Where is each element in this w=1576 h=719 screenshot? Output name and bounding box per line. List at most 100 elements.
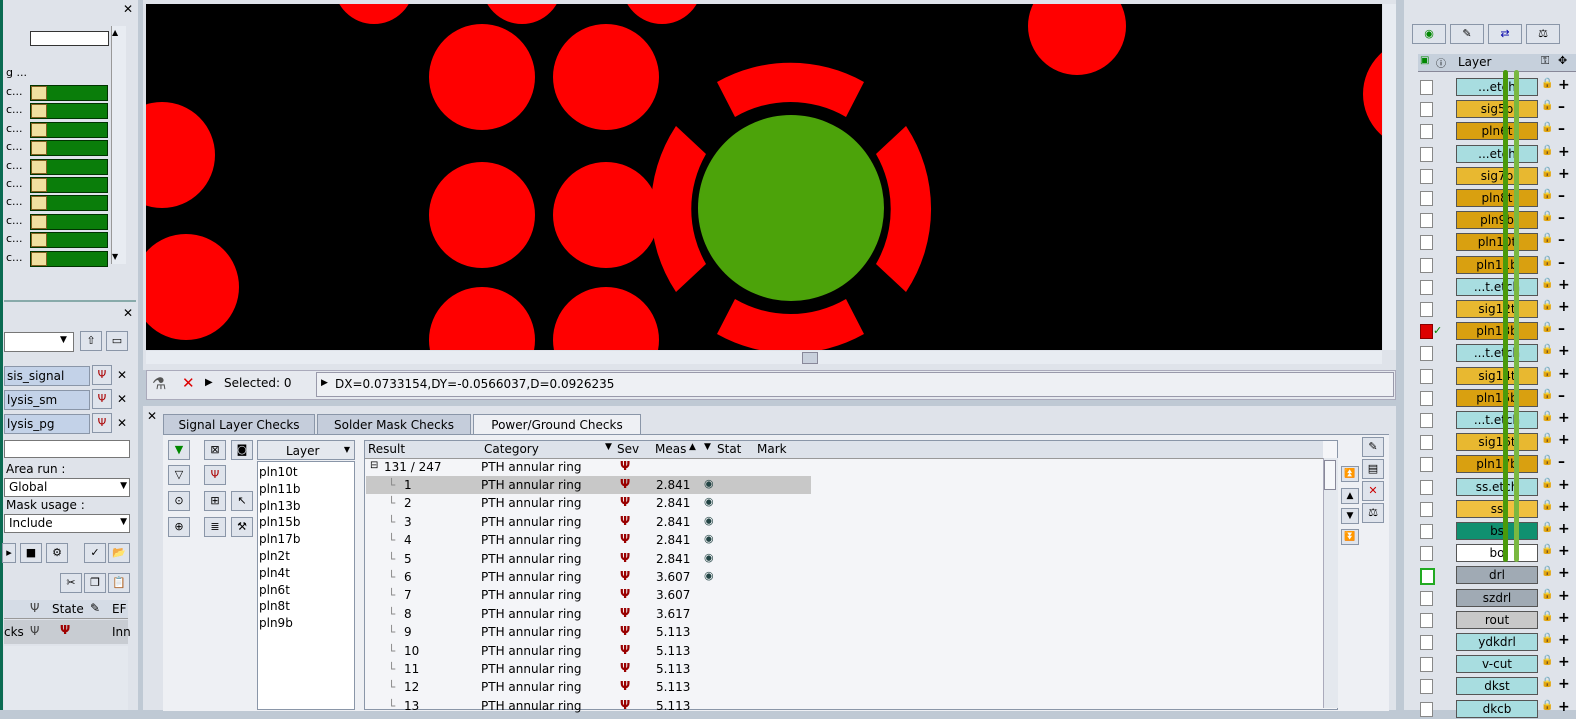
pointer-icon[interactable]: ↖: [231, 491, 253, 511]
settings-icon[interactable]: ⚙: [46, 543, 68, 563]
layer-row[interactable]: szdrl 🔒 +: [1418, 588, 1570, 608]
layer-name[interactable]: dkcb: [1456, 699, 1538, 718]
result-row[interactable]: └ 2 PTH annular ring Ψ 2.841 ◉: [366, 494, 811, 512]
lock-icon[interactable]: 🔒: [1541, 78, 1553, 89]
layer-row[interactable]: bo 🔒 +: [1418, 543, 1570, 563]
funnel-icon[interactable]: ▽: [168, 465, 190, 485]
eye-icon[interactable]: ◉: [704, 569, 714, 582]
layer-checkbox[interactable]: [1420, 213, 1433, 229]
severity-icon[interactable]: Ψ: [92, 389, 112, 409]
layer-checkbox[interactable]: [1420, 679, 1433, 695]
layer-name[interactable]: pln15b: [1456, 388, 1538, 407]
layer-checkbox[interactable]: [1420, 635, 1433, 650]
remove-icon[interactable]: ✕: [116, 417, 128, 429]
rule-icon[interactable]: [31, 141, 47, 156]
eye-icon[interactable]: ◉: [704, 551, 714, 564]
layer-checkbox[interactable]: [1420, 235, 1433, 251]
layer-name[interactable]: sig16t: [1456, 433, 1538, 452]
tab-power-ground-checks[interactable]: Power/Ground Checks: [473, 414, 641, 434]
config-icon[interactable]: ⚒: [231, 517, 253, 537]
layer-row[interactable]: pln8t 🔒 –: [1418, 188, 1568, 208]
layer-list-item[interactable]: pln2t: [259, 549, 290, 563]
layer-name[interactable]: sig5b: [1456, 100, 1538, 119]
checklist-icon[interactable]: ✓: [84, 543, 106, 563]
col-stat[interactable]: Stat: [717, 442, 741, 456]
lock-icon[interactable]: 🔒: [1541, 500, 1553, 511]
layer-checkbox[interactable]: [1420, 701, 1433, 717]
layer-checkbox[interactable]: [1420, 257, 1433, 273]
col-result[interactable]: Result: [368, 442, 405, 456]
lock-icon[interactable]: 🔒: [1541, 677, 1553, 688]
layer-name[interactable]: sig14t: [1456, 366, 1538, 385]
close-icon[interactable]: ✕: [122, 3, 134, 15]
layer-row[interactable]: drl 🔒 +: [1418, 565, 1570, 586]
layer-checkbox[interactable]: [1420, 102, 1433, 118]
canvas-hscroll[interactable]: [146, 351, 1382, 364]
layer-list-item[interactable]: pln8t: [259, 599, 290, 613]
result-row[interactable]: └ 12 PTH annular ring Ψ 5.113: [366, 678, 811, 696]
layer-row[interactable]: sig12t 🔒 +: [1418, 299, 1570, 319]
lock-icon[interactable]: 🔒: [1541, 145, 1553, 156]
layer-checkbox[interactable]: [1420, 124, 1433, 140]
select-area-icon[interactable]: ⊞: [204, 491, 226, 511]
filter-icon[interactable]: ▼: [605, 442, 612, 452]
layer-name[interactable]: pln13b: [1456, 322, 1538, 341]
hscroll-thumb[interactable]: [802, 352, 818, 364]
layer-checkbox[interactable]: [1420, 302, 1433, 317]
layer-checkbox[interactable]: [1420, 390, 1433, 406]
run-icon[interactable]: ▸: [2, 543, 16, 563]
previous-icon[interactable]: ▲: [1341, 488, 1359, 504]
layer-list-item[interactable]: pln6t: [259, 583, 290, 597]
eye-icon[interactable]: ◉: [704, 495, 714, 508]
layer-list-item[interactable]: pln13b: [259, 499, 300, 513]
layer-edit-icon[interactable]: ✎: [1450, 24, 1484, 44]
layer-name[interactable]: pln6t: [1456, 122, 1538, 141]
layer-row[interactable]: bs 🔒 +: [1418, 521, 1570, 541]
layer-row[interactable]: rout 🔒 +: [1418, 610, 1570, 630]
layer-row[interactable]: ss.etch 🔒 +: [1418, 477, 1570, 497]
layer-checkbox[interactable]: [1420, 413, 1433, 428]
remove-icon[interactable]: ✕: [116, 369, 128, 381]
layer-list-header[interactable]: Layer ▼: [257, 440, 355, 460]
layer-checkbox[interactable]: [1420, 80, 1433, 95]
analysis-item[interactable]: lysis_sm: [4, 390, 90, 410]
rule-icon[interactable]: [31, 159, 47, 174]
layer-list-item[interactable]: pln17b: [259, 532, 300, 546]
swap-icon[interactable]: ⇄: [1488, 24, 1522, 44]
result-row[interactable]: └ 7 PTH annular ring Ψ 3.607: [366, 586, 811, 604]
lock-icon[interactable]: 🔒: [1541, 322, 1553, 333]
layer-name[interactable]: ss: [1456, 499, 1538, 518]
tab-solder-mask-checks[interactable]: Solder Mask Checks: [317, 414, 471, 434]
lock-icon[interactable]: 🔒: [1541, 544, 1553, 555]
result-row[interactable]: └ 8 PTH annular ring Ψ 3.617: [366, 605, 811, 623]
layer-name[interactable]: szdrl: [1456, 588, 1538, 607]
layer-row[interactable]: ydkdrl 🔒 +: [1418, 632, 1570, 652]
layer-name[interactable]: v-cut: [1456, 655, 1538, 674]
left-list-scrollbar[interactable]: [111, 26, 126, 264]
layer-checkbox[interactable]: [1420, 546, 1433, 562]
close-icon[interactable]: ✕: [146, 410, 158, 422]
layer-name[interactable]: ...t.etch: [1456, 411, 1538, 429]
pcb-canvas[interactable]: [146, 4, 1382, 350]
copy-icon[interactable]: ❐: [84, 573, 106, 593]
scale-icon[interactable]: ⚖: [1362, 503, 1384, 523]
layer-row[interactable]: pln17b 🔒 –: [1418, 454, 1568, 474]
window-icon[interactable]: ▭: [106, 331, 128, 351]
layer-checkbox[interactable]: [1420, 279, 1433, 295]
layer-row[interactable]: sig16t 🔒 +: [1418, 432, 1570, 452]
tab-signal-layer-checks[interactable]: Signal Layer Checks: [163, 414, 315, 434]
selected-pad[interactable]: [698, 115, 884, 301]
balance-icon[interactable]: ⚖: [1526, 24, 1560, 44]
lock-icon[interactable]: 🔒: [1541, 278, 1553, 289]
result-row[interactable]: └ 5 PTH annular ring Ψ 2.841 ◉: [366, 550, 811, 568]
layer-checkbox[interactable]: [1420, 368, 1433, 384]
tools-icon[interactable]: ✂: [60, 573, 82, 593]
lock-icon[interactable]: 🔒: [1541, 611, 1553, 622]
result-row[interactable]: └ 11 PTH annular ring Ψ 5.113: [366, 660, 811, 678]
layer-name[interactable]: bo: [1456, 544, 1538, 563]
layer-name[interactable]: rout: [1456, 610, 1538, 629]
layer-name[interactable]: ydkdrl: [1456, 633, 1538, 651]
layer-row[interactable]: ...t.etch 🔒 +: [1418, 277, 1570, 297]
col-mark[interactable]: Mark: [757, 442, 787, 456]
layer-name[interactable]: pln11b: [1456, 255, 1538, 274]
